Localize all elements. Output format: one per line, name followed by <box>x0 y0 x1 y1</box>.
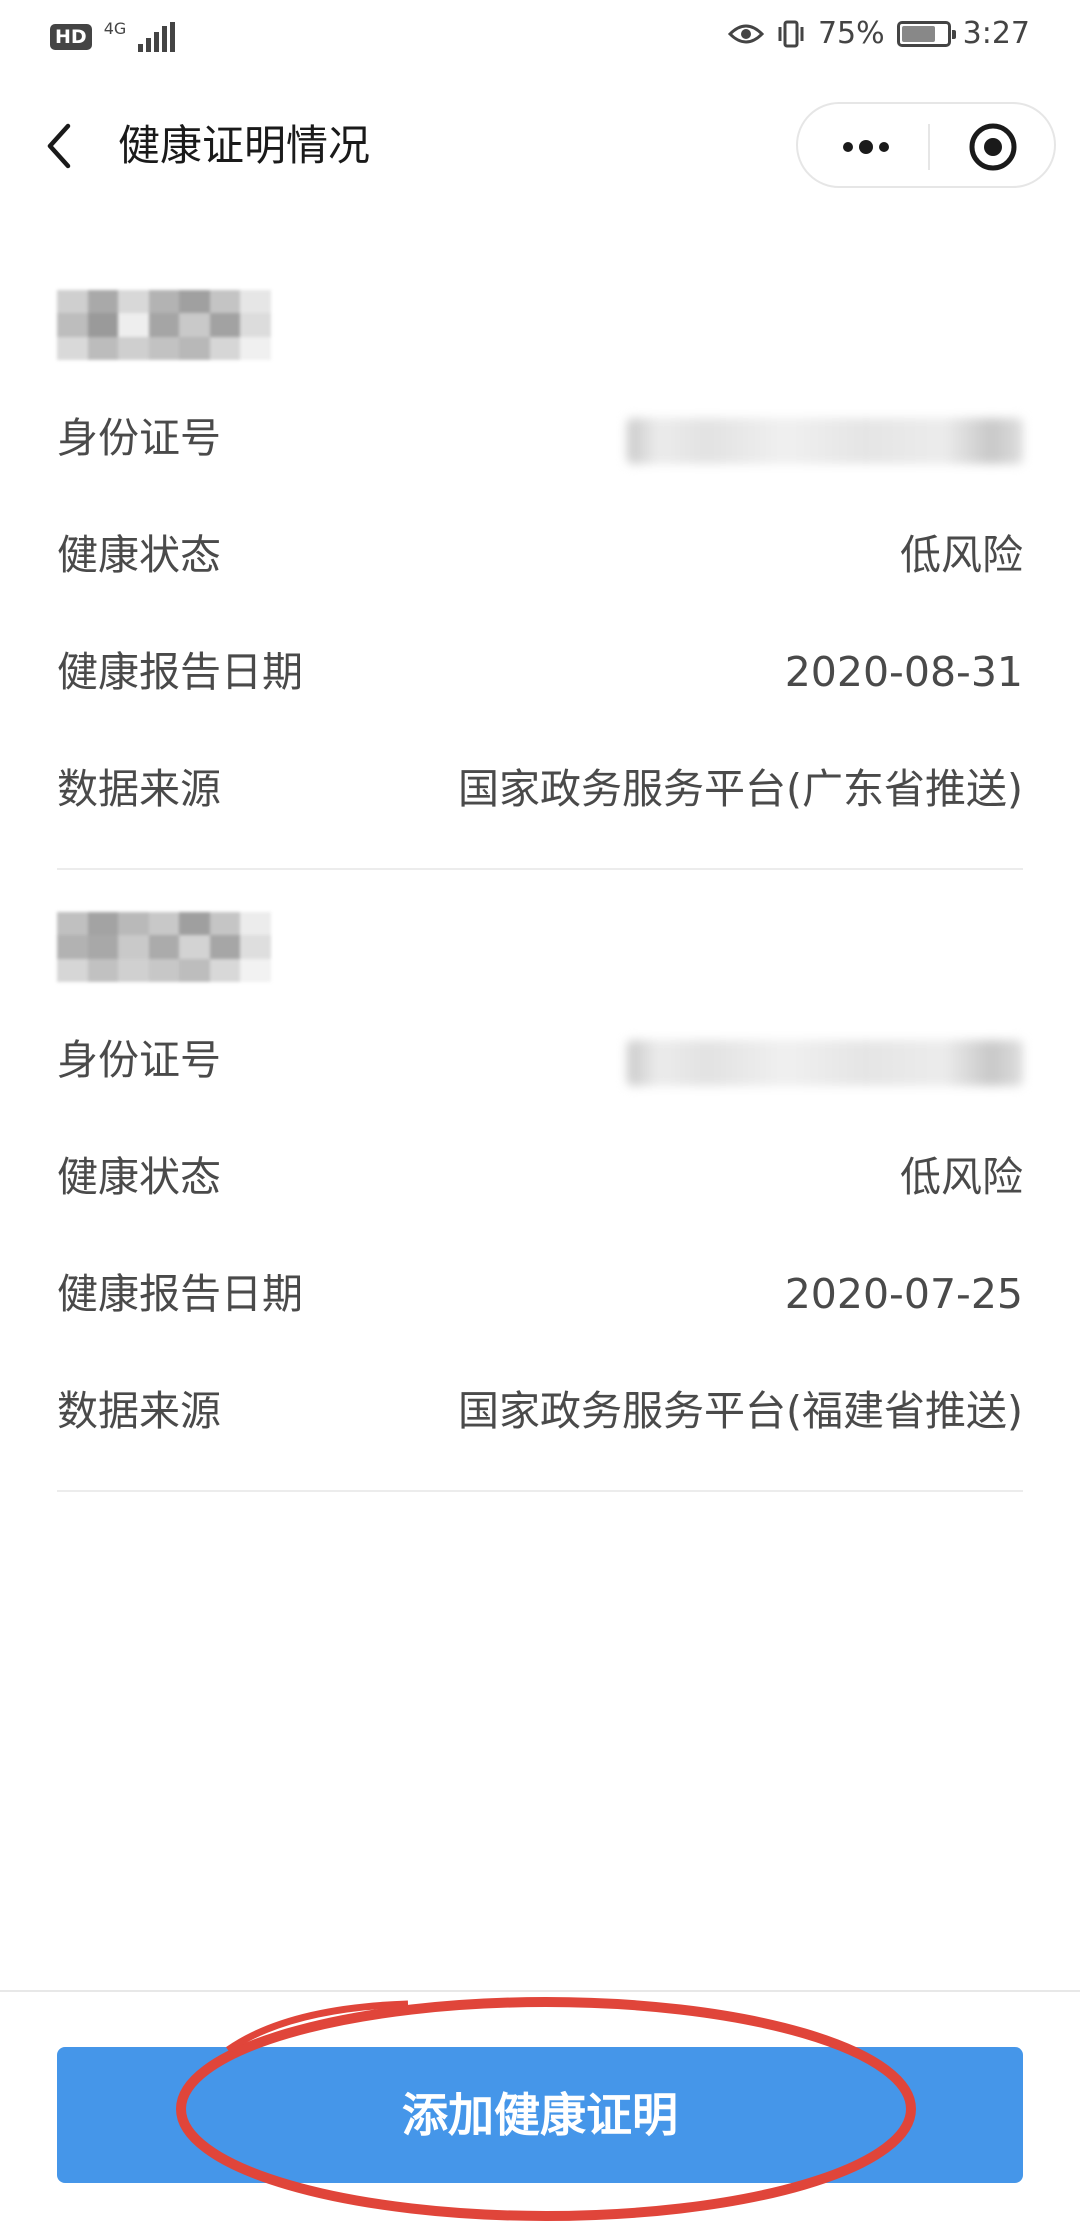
eye-icon <box>727 24 764 43</box>
record-row-id: 身份证号 <box>57 408 1023 468</box>
date-label: 健康报告日期 <box>57 1270 303 1318</box>
more-dots-icon[interactable] <box>838 132 894 162</box>
status-left: HD 4G <box>50 19 176 52</box>
record-divider <box>57 868 1023 870</box>
battery-icon <box>896 20 956 47</box>
record-row-status: 健康状态 低风险 <box>57 525 1023 585</box>
network-type: 4G <box>103 19 127 38</box>
id-number-blurred <box>627 1040 1023 1086</box>
source-value: 国家政务服务平台(福建省推送) <box>458 1387 1023 1435</box>
status-value: 低风险 <box>900 531 1023 579</box>
signal-icon <box>138 22 176 52</box>
id-number-blurred <box>627 418 1023 464</box>
capsule-divider <box>928 124 930 170</box>
mini-program-capsule <box>796 102 1056 188</box>
date-value: 2020-07-25 <box>784 1270 1023 1318</box>
bottom-divider <box>0 1990 1080 1992</box>
clock: 3:27 <box>962 16 1030 51</box>
battery-fill <box>901 25 935 42</box>
record-row-status: 健康状态 低风险 <box>57 1147 1023 1207</box>
hd-badge: HD <box>50 24 92 50</box>
source-label: 数据来源 <box>57 765 221 813</box>
name-pixelated <box>57 912 271 982</box>
date-label: 健康报告日期 <box>57 648 303 696</box>
source-value: 国家政务服务平台(广东省推送) <box>458 765 1023 813</box>
status-bar: HD 4G 75% 3:27 <box>0 0 1080 80</box>
name-pixelated <box>57 290 271 360</box>
record-row-source: 数据来源 国家政务服务平台(广东省推送) <box>57 759 1023 819</box>
status-label: 健康状态 <box>57 1153 221 1201</box>
id-label: 身份证号 <box>57 414 221 462</box>
add-button-label: 添加健康证明 <box>402 2089 678 2141</box>
status-label: 健康状态 <box>57 531 221 579</box>
back-arrow-icon[interactable] <box>40 120 80 172</box>
record-row-source: 数据来源 国家政务服务平台(福建省推送) <box>57 1381 1023 1441</box>
record-row-id: 身份证号 <box>57 1030 1023 1090</box>
id-label: 身份证号 <box>57 1036 221 1084</box>
record-divider <box>57 1490 1023 1492</box>
date-value: 2020-08-31 <box>784 648 1023 696</box>
add-health-certificate-button[interactable]: 添加健康证明 <box>57 2047 1023 2183</box>
vibrate-icon <box>778 20 804 47</box>
record-row-date: 健康报告日期 2020-08-31 <box>57 642 1023 702</box>
battery-percent: 75% <box>817 16 885 51</box>
close-target-icon[interactable] <box>968 122 1018 172</box>
nav-bar: 健康证明情况 <box>0 100 1080 192</box>
page-title: 健康证明情况 <box>118 121 371 170</box>
status-right: 75% 3:27 <box>727 16 1030 51</box>
status-value: 低风险 <box>900 1153 1023 1201</box>
record-row-date: 健康报告日期 2020-07-25 <box>57 1264 1023 1324</box>
source-label: 数据来源 <box>57 1387 221 1435</box>
